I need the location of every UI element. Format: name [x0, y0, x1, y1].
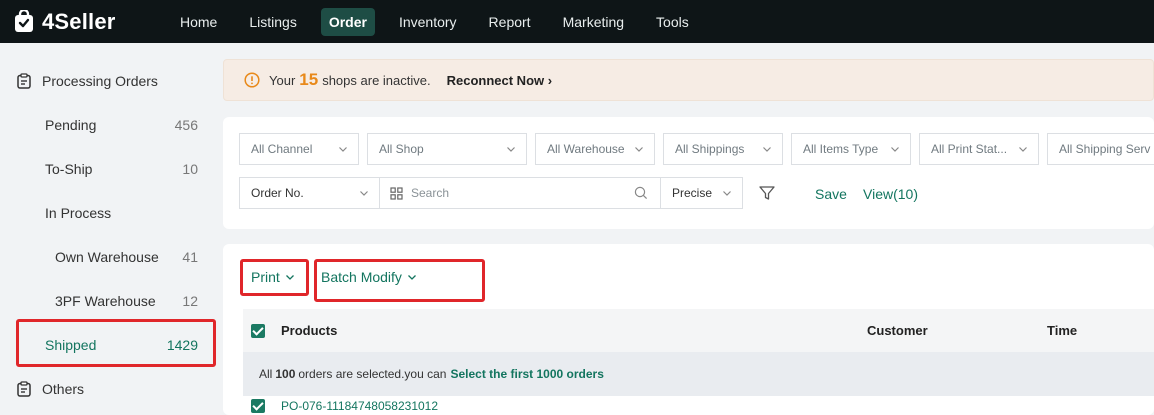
notice-suffix: shops are inactive. — [322, 72, 431, 88]
search-icon — [634, 186, 648, 200]
warehouse-select[interactable]: All Warehouse — [535, 133, 655, 165]
alert-circle-icon — [244, 72, 260, 88]
match-mode-select[interactable]: Precise — [660, 177, 743, 209]
nav-marketing[interactable]: Marketing — [555, 8, 632, 36]
nav-report[interactable]: Report — [481, 8, 539, 36]
sidebar-item-label: Own Warehouse — [55, 249, 159, 265]
warehouse-select-value: All Warehouse — [547, 142, 625, 156]
items-type-select[interactable]: All Items Type — [791, 133, 911, 165]
sidebar-item-count: 12 — [182, 293, 198, 309]
nav-home[interactable]: Home — [172, 8, 225, 36]
sidebar-item-label: To-Ship — [45, 161, 93, 177]
reconnect-now-link[interactable]: Reconnect Now › — [447, 73, 552, 88]
sidebar-group-label: Processing Orders — [42, 73, 158, 89]
sidebar-group-label: Others — [42, 381, 85, 397]
column-header-time: Time — [1047, 323, 1078, 338]
chevron-down-icon — [507, 147, 515, 152]
sidebar-item-count: 10 — [182, 161, 198, 177]
sidebar-item-3pf-warehouse[interactable]: 3PF Warehouse 12 — [0, 279, 222, 323]
order-number-link[interactable]: PO-076-11184748058231012 — [281, 399, 438, 413]
shopping-bag-icon — [15, 9, 33, 32]
highlight-box-print — [240, 259, 309, 296]
channel-select[interactable]: All Channel — [239, 133, 359, 165]
shop-select[interactable]: All Shop — [367, 133, 527, 165]
search-input[interactable]: Search — [380, 177, 661, 209]
sidebar-group-processing-orders[interactable]: Processing Orders — [0, 59, 222, 103]
orders-table-header: Products Customer Time — [243, 309, 1154, 352]
chevron-down-icon — [723, 191, 731, 196]
column-header-customer: Customer — [867, 323, 928, 338]
channel-select-value: All Channel — [251, 142, 313, 156]
reconnect-now-label: Reconnect Now — [446, 72, 545, 88]
filter-icon[interactable] — [758, 184, 776, 202]
notice-count: 15 — [299, 70, 319, 89]
row-checkbox[interactable] — [251, 398, 265, 413]
table-row[interactable]: PO-076-11184748058231012 — [243, 396, 1154, 415]
sidebar-item-label: 3PF Warehouse — [55, 293, 156, 309]
search-placeholder: Search — [411, 186, 450, 200]
app-logo[interactable]: 4Seller — [0, 9, 170, 35]
sidebar-item-count: 456 — [174, 117, 198, 133]
clipboard-icon — [17, 73, 31, 89]
app-name: 4Seller — [42, 8, 116, 34]
top-nav-bar: 4Seller Home Listings Order Inventory Re… — [0, 0, 1154, 43]
sidebar-item-count: 41 — [182, 249, 198, 265]
select-all-checkbox[interactable] — [251, 323, 265, 338]
chevron-down-icon — [360, 191, 368, 196]
nav-listings[interactable]: Listings — [241, 8, 304, 36]
shipping-service-select[interactable]: All Shipping Serv — [1047, 133, 1154, 165]
clipboard-icon — [17, 381, 31, 397]
highlight-box-batch-modify — [314, 259, 485, 302]
match-mode-value: Precise — [672, 186, 713, 200]
chevron-down-icon — [891, 147, 899, 152]
sidebar-item-pending[interactable]: Pending 456 — [0, 103, 222, 147]
chevron-down-icon — [635, 147, 643, 152]
selection-banner: All 100 orders are selected.you can Sele… — [243, 352, 1154, 396]
print-status-select-value: All Print Stat... — [931, 142, 1008, 156]
shipping-service-select-value: All Shipping Serv — [1059, 142, 1151, 156]
sidebar-item-to-ship[interactable]: To-Ship 10 — [0, 147, 222, 191]
sidebar-group-others[interactable]: Others — [0, 367, 222, 411]
sidebar-item-label: In Process — [45, 205, 112, 221]
sidebar-item-own-warehouse[interactable]: Own Warehouse 41 — [0, 235, 222, 279]
scan-icon — [390, 186, 403, 200]
notice-prefix: Your — [269, 72, 296, 88]
selection-banner-count: 100 — [275, 367, 296, 381]
chevron-down-icon — [339, 147, 347, 152]
nav-inventory[interactable]: Inventory — [391, 8, 465, 36]
print-status-select[interactable]: All Print Stat... — [919, 133, 1039, 165]
selection-banner-text: orders are selected.you can — [298, 367, 447, 381]
highlight-box-shipped — [16, 319, 216, 367]
chevron-down-icon — [1019, 147, 1027, 152]
search-field-select-value: Order No. — [251, 186, 304, 200]
select-first-1000-link[interactable]: Select the first 1000 orders — [450, 367, 603, 381]
shippings-select[interactable]: All Shippings — [663, 133, 783, 165]
save-button[interactable]: Save — [815, 186, 847, 202]
shippings-select-value: All Shippings — [675, 142, 745, 156]
sidebar-item-label: Pending — [45, 117, 97, 133]
column-header-products: Products — [281, 323, 338, 338]
main-nav: Home Listings Order Inventory Report Mar… — [172, 7, 713, 36]
shop-select-value: All Shop — [379, 142, 424, 156]
selection-banner-prefix: All — [259, 367, 273, 381]
inactive-shops-notice: Your 15 shops are inactive. Reconnect No… — [223, 59, 1154, 101]
nav-tools[interactable]: Tools — [648, 8, 697, 36]
nav-order[interactable]: Order — [320, 7, 375, 36]
items-type-select-value: All Items Type — [803, 142, 879, 156]
search-field-select[interactable]: Order No. — [239, 177, 380, 209]
chevron-down-icon — [763, 147, 771, 152]
view-button[interactable]: View(10) — [863, 186, 918, 202]
sidebar-item-in-process[interactable]: In Process — [0, 191, 222, 235]
chevron-right-icon: › — [547, 72, 553, 88]
